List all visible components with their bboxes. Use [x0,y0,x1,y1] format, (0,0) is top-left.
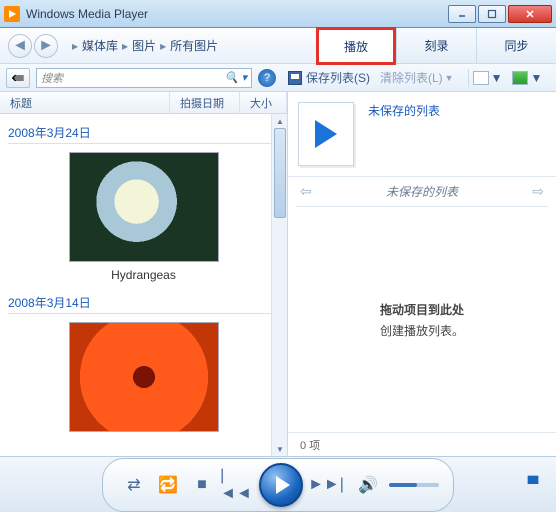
list-icon [473,71,489,85]
tab-sync[interactable]: 同步 [476,28,556,63]
date-group[interactable]: 2008年3月24日 [8,124,279,144]
volume-slider[interactable] [389,483,439,487]
switch-view-button[interactable]: ▝▘ [522,476,544,494]
playlist-drop-zone[interactable]: 拖动项目到此处 创建播放列表。 [296,206,548,432]
nav-row: ◄ ► ▸ 媒体库 ▸ 图片 ▸ 所有图片 播放 刻录 同步 [0,28,556,64]
window-title: Windows Media Player [26,7,446,21]
scroll-down-icon[interactable]: ▼ [272,442,288,456]
mute-button[interactable]: 🔊 [355,472,381,498]
col-size[interactable]: 大小 [240,92,287,113]
chevron-right-icon: ▸ [72,39,78,53]
search-input[interactable]: 搜索 🔍 ▾ [36,68,252,88]
titlebar: Windows Media Player [0,0,556,28]
player-controls: ⇄ 🔁 ■ |◄◄ ►►| 🔊 ▝▘ [0,456,556,512]
library-pane: 标题 拍摄日期 大小 2008年3月24日 Hydrangeas 2008年3月… [0,92,288,456]
col-title[interactable]: 标题 [0,92,170,113]
playlist-title[interactable]: 未保存的列表 [368,102,440,166]
playlist-pane: 未保存的列表 ⇦ 未保存的列表 ⇨ 拖动项目到此处 创建播放列表。 0 项 [288,92,556,456]
minimize-button[interactable] [448,5,476,23]
nav-back-button[interactable]: ◄ [8,34,32,58]
scrollbar[interactable]: ▲ ▼ [271,114,287,456]
breadcrumb-library[interactable]: 媒体库 [82,37,118,54]
library-content[interactable]: 2008年3月24日 Hydrangeas 2008年3月14日 [0,114,287,456]
chevron-right-icon: ▸ [122,39,128,53]
search-icon[interactable]: 🔍 ▾ [225,71,247,84]
help-icon[interactable]: ? [258,69,276,87]
tab-burn[interactable]: 刻录 [396,28,476,63]
list-item[interactable] [8,322,279,432]
save-icon [288,71,302,85]
separator [468,69,469,87]
nav-forward-button[interactable]: ► [34,34,58,58]
thumbnail-label: Hydrangeas [8,268,279,282]
stop-button[interactable]: ■ [189,472,215,498]
next-track-button[interactable]: ►►| [313,472,339,498]
clear-list-button[interactable]: 清除列表(L)▼ [380,69,454,86]
close-button[interactable] [508,5,552,23]
play-icon [315,120,337,148]
scroll-thumb[interactable] [274,128,286,218]
drop-text-2: 创建播放列表。 [380,322,464,339]
options-button-1[interactable]: ▼ [473,71,503,85]
options-button-2[interactable]: ▼ [512,71,542,85]
playlist-nav-label: 未保存的列表 [386,183,458,200]
prev-track-button[interactable]: |◄◄ [223,472,249,498]
thumbnail-chrysanthemum[interactable] [69,322,219,432]
col-date[interactable]: 拍摄日期 [170,92,240,113]
history-back-button[interactable]: ⇚ [6,68,30,88]
thumbnail-hydrangeas[interactable] [69,152,219,262]
check-icon [512,71,528,85]
playlist-prev-button[interactable]: ⇦ [300,183,312,200]
breadcrumb-pictures[interactable]: 图片 [132,37,156,54]
search-placeholder: 搜索 [41,70,63,86]
playlist-count: 0 项 [288,432,556,456]
playlist-next-button[interactable]: ⇨ [532,183,544,200]
column-headers: 标题 拍摄日期 大小 [0,92,287,114]
chevron-right-icon: ▸ [160,39,166,53]
play-pause-button[interactable] [259,463,303,507]
date-group[interactable]: 2008年3月14日 [8,294,279,314]
play-icon [276,476,290,494]
repeat-button[interactable]: 🔁 [155,472,181,498]
maximize-button[interactable] [478,5,506,23]
wmp-logo-icon [4,6,20,22]
shuffle-button[interactable]: ⇄ [121,472,147,498]
save-list-button[interactable]: 保存列表(S) [288,69,370,86]
list-item[interactable]: Hydrangeas [8,152,279,282]
scroll-up-icon[interactable]: ▲ [272,114,288,128]
breadcrumb-all[interactable]: 所有图片 [170,37,218,54]
breadcrumb[interactable]: ▸ 媒体库 ▸ 图片 ▸ 所有图片 [68,37,218,54]
drop-text-1: 拖动项目到此处 [380,301,464,318]
tab-play[interactable]: 播放 [316,27,396,65]
toolbar: ⇚ 搜索 🔍 ▾ ? 保存列表(S) 清除列表(L)▼ ▼ ▼ [0,64,556,92]
playlist-file-icon[interactable] [298,102,354,166]
